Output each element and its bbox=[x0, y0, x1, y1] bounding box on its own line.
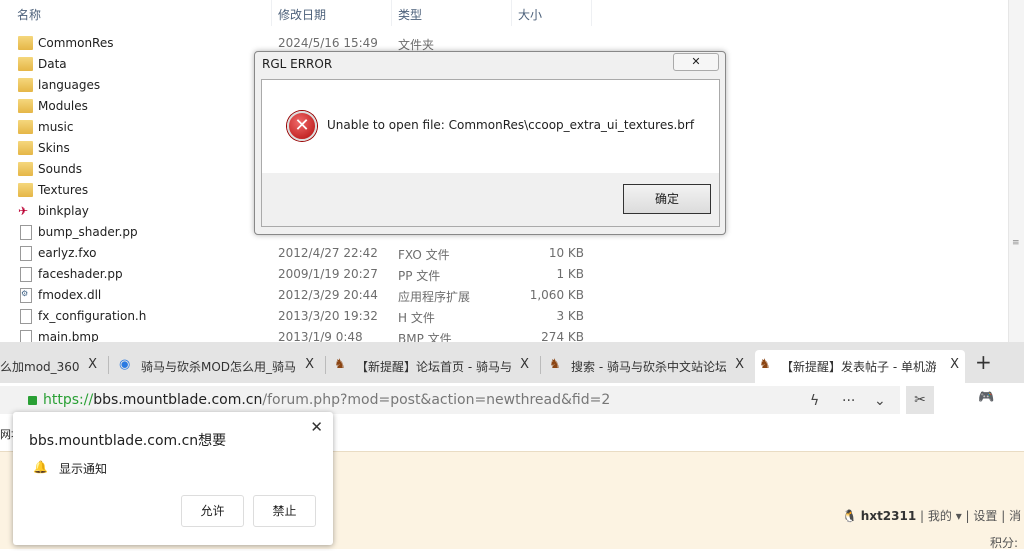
file-size: 3 KB bbox=[556, 309, 584, 323]
horse-icon: ♞ bbox=[759, 357, 771, 372]
close-icon[interactable]: ✕ bbox=[310, 418, 323, 436]
block-button[interactable]: 禁止 bbox=[253, 495, 316, 527]
chevron-down-icon[interactable]: ⌄ bbox=[874, 393, 886, 409]
file-type: FXO 文件 bbox=[398, 248, 450, 262]
file-row[interactable]: earlyz.fxo 2012/4/27 22:42 FXO 文件 10 KB bbox=[0, 243, 600, 264]
col-size[interactable]: 大小 bbox=[518, 6, 542, 23]
scroll-grip-icon: ≡ bbox=[1012, 238, 1020, 248]
file-icon bbox=[20, 225, 32, 240]
file-date: 2012/3/29 20:44 bbox=[278, 288, 378, 302]
file-name: Skins bbox=[38, 141, 70, 155]
file-type: 应用程序扩展 bbox=[398, 290, 471, 304]
dll-icon: ⚙ bbox=[20, 288, 32, 303]
file-date: 2024/5/16 15:49 bbox=[278, 36, 378, 50]
lightning-icon[interactable]: ϟ bbox=[810, 393, 819, 409]
close-button[interactable]: ✕ bbox=[673, 53, 719, 71]
file-date: 2012/4/27 22:42 bbox=[278, 246, 378, 260]
folder-icon bbox=[18, 57, 33, 71]
qq-icon: 🐧 bbox=[842, 509, 857, 523]
permission-label: 显示通知 bbox=[59, 462, 108, 476]
file-row[interactable]: faceshader.pp 2009/1/19 20:27 PP 文件 1 KB bbox=[0, 264, 600, 285]
bell-icon: 🔔 bbox=[33, 460, 48, 474]
file-name: languages bbox=[38, 78, 101, 92]
file-row[interactable]: fx_configuration.h 2013/3/20 19:32 H 文件 3 K… bbox=[0, 306, 600, 327]
file-name: bump_shader.pp bbox=[38, 225, 138, 239]
scrollbar[interactable] bbox=[1008, 0, 1024, 342]
col-name[interactable]: 名称 bbox=[17, 6, 41, 23]
folder-icon bbox=[18, 78, 33, 92]
file-date: 2009/1/19 20:27 bbox=[278, 267, 378, 281]
file-name: CommonRes bbox=[38, 36, 114, 50]
file-name: Data bbox=[38, 57, 67, 71]
file-icon bbox=[20, 309, 32, 324]
user-bar: 🐧 hxt2311 | 我的 ▾ | 设置 | 消 bbox=[842, 509, 1022, 523]
file-row[interactable]: ⚙ fmodex.dll 2012/3/29 20:44 应用程序扩展 1,060 KB bbox=[0, 285, 600, 306]
col-date[interactable]: 修改日期 bbox=[278, 6, 326, 23]
ok-button[interactable]: 确定 bbox=[623, 184, 711, 214]
extension-icon[interactable]: ▣ bbox=[1010, 390, 1024, 406]
close-tab-icon[interactable]: X bbox=[88, 357, 97, 372]
allow-button[interactable]: 允许 bbox=[181, 495, 244, 527]
file-name: binkplay bbox=[38, 204, 89, 218]
app-icon: ✈ bbox=[18, 204, 29, 218]
tab-4[interactable]: ♞ 搜索 - 骑马与砍杀中文站论坛 X bbox=[545, 350, 750, 383]
close-tab-icon[interactable]: X bbox=[950, 357, 959, 372]
dialog-title: RGL ERROR bbox=[262, 57, 333, 71]
file-name: Modules bbox=[38, 99, 88, 113]
horse-icon: ♞ bbox=[334, 357, 346, 372]
file-name: Sounds bbox=[38, 162, 83, 176]
scissors-icon[interactable]: ✂ bbox=[906, 386, 934, 414]
file-name: earlyz.fxo bbox=[38, 246, 97, 260]
file-name: faceshader.pp bbox=[38, 267, 123, 281]
translate-icon[interactable]: 译 bbox=[946, 390, 962, 406]
file-name: music bbox=[38, 120, 74, 134]
username-link[interactable]: hxt2311 bbox=[861, 509, 916, 523]
folder-icon bbox=[18, 120, 33, 134]
tab-2[interactable]: ◉ 骑马与砍杀MOD怎么用_骑马 X bbox=[115, 350, 320, 383]
tab-bar: 么加mod_360 X ◉ 骑马与砍杀MOD怎么用_骑马 X ♞ 【新提醒】论坛首页 -… bbox=[0, 342, 1024, 383]
sort-arrow-icon: ^ bbox=[136, 0, 144, 6]
folder-icon bbox=[18, 183, 33, 197]
close-tab-icon[interactable]: X bbox=[520, 357, 529, 372]
error-icon: ✕ bbox=[287, 111, 317, 141]
file-icon bbox=[20, 267, 32, 282]
file-name: fmodex.dll bbox=[38, 288, 102, 302]
file-size: 1,060 KB bbox=[529, 288, 584, 302]
horse-icon: ♞ bbox=[549, 357, 561, 372]
popup-title: bbs.mountblade.com.cn想要 bbox=[29, 433, 227, 449]
tab-3[interactable]: ♞ 【新提醒】论坛首页 - 骑马与 X bbox=[330, 350, 535, 383]
lock-icon bbox=[28, 396, 37, 405]
tab-5-active[interactable]: ♞ 【新提醒】发表帖子 - 单机游 X bbox=[755, 350, 965, 383]
file-icon bbox=[20, 246, 32, 261]
folder-icon bbox=[18, 162, 33, 176]
file-name: Textures bbox=[38, 183, 89, 197]
file-type: H 文件 bbox=[398, 311, 435, 325]
more-icon[interactable]: ··· bbox=[842, 393, 855, 409]
my-menu[interactable]: 我的 ▾ bbox=[928, 509, 962, 523]
file-size: 1 KB bbox=[556, 267, 584, 281]
folder-icon bbox=[18, 99, 33, 113]
folder-icon bbox=[18, 36, 33, 50]
notification-permission-popup: bbs.mountblade.com.cn想要 ✕ 🔔 显示通知 允许 禁止 bbox=[13, 412, 333, 545]
file-size: 10 KB bbox=[548, 246, 584, 260]
settings-link[interactable]: 设置 bbox=[973, 509, 997, 523]
close-tab-icon[interactable]: X bbox=[305, 357, 314, 372]
col-type[interactable]: 类型 bbox=[398, 6, 422, 23]
points-label: 积分: bbox=[990, 536, 1019, 550]
close-tab-icon[interactable]: X bbox=[735, 357, 744, 372]
file-type: PP 文件 bbox=[398, 269, 441, 283]
file-date: 2013/3/20 19:32 bbox=[278, 309, 378, 323]
tab-1[interactable]: 么加mod_360 X bbox=[0, 350, 103, 383]
new-tab-button[interactable]: + bbox=[975, 350, 992, 374]
game-icon[interactable]: 🎮 bbox=[978, 390, 994, 406]
column-header: 名称 ^ 修改日期 类型 大小 bbox=[0, 0, 1024, 26]
address-bar[interactable]: https://bbs.mountblade.com.cn/forum.php?… bbox=[0, 386, 900, 414]
folder-icon bbox=[18, 141, 33, 155]
file-name: fx_configuration.h bbox=[38, 309, 147, 323]
error-dialog: RGL ERROR ✕ ✕ Unable to open file: Commo… bbox=[254, 51, 726, 235]
error-message: Unable to open file: CommonRes\ccoop_ext… bbox=[327, 118, 695, 132]
